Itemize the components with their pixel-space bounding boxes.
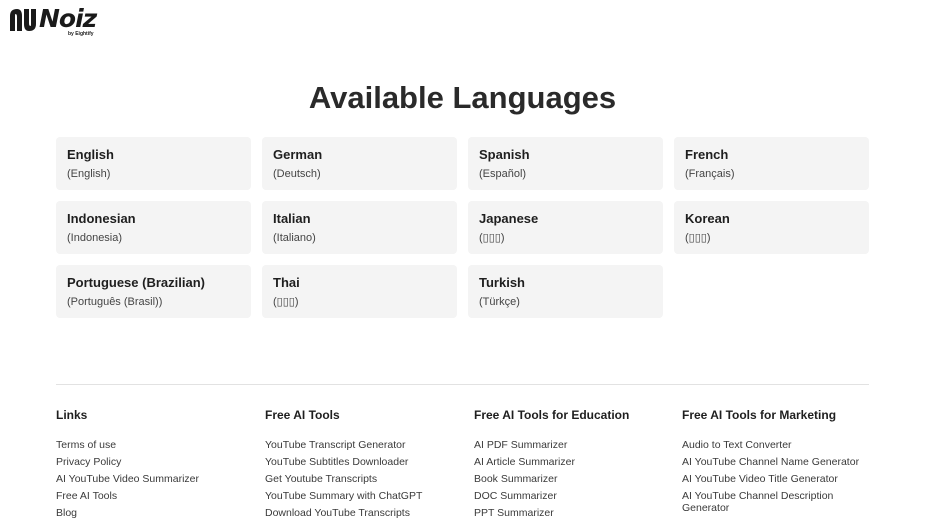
language-card-spanish[interactable]: Spanish (Español)	[468, 137, 663, 190]
page-title: Available Languages	[308, 80, 617, 115]
footer-link-youtube-transcript-generator[interactable]: YouTube Transcript Generator	[265, 439, 465, 451]
language-native-name: (Español)	[479, 168, 527, 180]
footer-link-youtube-video-title-generator[interactable]: AI YouTube Video Title Generator	[682, 473, 882, 485]
language-card-indonesian[interactable]: Indonesian (Indonesia)	[56, 201, 251, 254]
brand-name: Noiz	[39, 4, 97, 33]
language-name: Spanish	[479, 147, 530, 162]
language-name: English	[67, 147, 114, 162]
footer-link-download-youtube-transcripts[interactable]: Download YouTube Transcripts	[265, 507, 465, 519]
language-native-name: (Italiano)	[273, 232, 316, 244]
footer-column-free-ai-tools: Free AI Tools YouTube Transcript Generat…	[265, 408, 465, 520]
footer-link-youtube-channel-description-generator[interactable]: AI YouTube Channel Description Generator	[682, 490, 882, 514]
language-card-korean[interactable]: Korean (▯▯▯)	[674, 201, 869, 254]
language-card-turkish[interactable]: Turkish (Türkçe)	[468, 265, 663, 318]
footer-heading: Links	[56, 408, 88, 422]
language-name: Japanese	[479, 211, 539, 226]
footer-link-terms-of-use[interactable]: Terms of use	[56, 439, 256, 451]
language-native-name: (▯▯▯)	[273, 296, 299, 308]
language-grid: English (English) German (Deutsch) Spani…	[56, 137, 869, 318]
footer-link-youtube-channel-name-generator[interactable]: AI YouTube Channel Name Generator	[682, 456, 882, 468]
language-card-portuguese-brazilian[interactable]: Portuguese (Brazilian) (Português (Brasi…	[56, 265, 251, 318]
language-native-name: (Français)	[685, 168, 735, 180]
footer-divider	[56, 384, 869, 385]
language-name: Italian	[273, 211, 311, 226]
language-card-japanese[interactable]: Japanese (▯▯▯)	[468, 201, 663, 254]
footer-link-youtube-summary-chatgpt[interactable]: YouTube Summary with ChatGPT	[265, 490, 465, 502]
footer-link-ppt-summarizer[interactable]: PPT Summarizer	[474, 507, 674, 519]
language-card-italian[interactable]: Italian (Italiano)	[262, 201, 457, 254]
footer-link-audio-to-text-converter[interactable]: Audio to Text Converter	[682, 439, 882, 451]
language-card-french[interactable]: French (Français)	[674, 137, 869, 190]
language-native-name: (Deutsch)	[273, 168, 321, 180]
footer-link-privacy-policy[interactable]: Privacy Policy	[56, 456, 256, 468]
language-card-english[interactable]: English (English)	[56, 137, 251, 190]
footer-link-blog[interactable]: Blog	[56, 507, 256, 519]
language-name: Turkish	[479, 275, 525, 290]
footer-heading: Free AI Tools	[265, 408, 340, 422]
footer-link-ai-youtube-video-summarizer[interactable]: AI YouTube Video Summarizer	[56, 473, 256, 485]
footer-link-ai-pdf-summarizer[interactable]: AI PDF Summarizer	[474, 439, 674, 451]
footer-heading: Free AI Tools for Education	[474, 408, 630, 422]
language-name: German	[273, 147, 323, 162]
footer-column-education: Free AI Tools for Education AI PDF Summa…	[474, 408, 674, 520]
language-native-name: (Português (Brasil))	[67, 296, 163, 308]
language-name: French	[685, 147, 729, 162]
language-name: Indonesian	[67, 211, 136, 226]
language-native-name: (▯▯▯)	[685, 232, 711, 244]
language-name: Korean	[685, 211, 730, 226]
footer-link-free-ai-tools[interactable]: Free AI Tools	[56, 490, 256, 502]
footer-column-marketing: Free AI Tools for Marketing Audio to Tex…	[682, 408, 882, 519]
language-native-name: (▯▯▯)	[479, 232, 505, 244]
footer-link-book-summarizer[interactable]: Book Summarizer	[474, 473, 674, 485]
footer-link-ai-article-summarizer[interactable]: AI Article Summarizer	[474, 456, 674, 468]
brand-tagline: by Eightify	[68, 31, 94, 37]
language-name: Portuguese (Brazilian)	[67, 275, 205, 290]
footer-heading: Free AI Tools for Marketing	[682, 408, 837, 422]
brand-logo[interactable]: Noiz by Eightify	[8, 4, 97, 37]
footer-column-links: Links Terms of use Privacy Policy AI You…	[56, 408, 256, 520]
language-native-name: (Türkçe)	[479, 296, 520, 308]
footer-link-doc-summarizer[interactable]: DOC Summarizer	[474, 490, 674, 502]
footer-link-get-youtube-transcripts[interactable]: Get Youtube Transcripts	[265, 473, 465, 485]
language-card-german[interactable]: German (Deutsch)	[262, 137, 457, 190]
noiz-logo-icon	[10, 9, 36, 31]
language-native-name: (English)	[67, 168, 111, 180]
language-card-thai[interactable]: Thai (▯▯▯)	[262, 265, 457, 318]
language-name: Thai	[273, 275, 300, 290]
footer-link-youtube-subtitles-downloader[interactable]: YouTube Subtitles Downloader	[265, 456, 465, 468]
language-native-name: (Indonesia)	[67, 232, 123, 244]
